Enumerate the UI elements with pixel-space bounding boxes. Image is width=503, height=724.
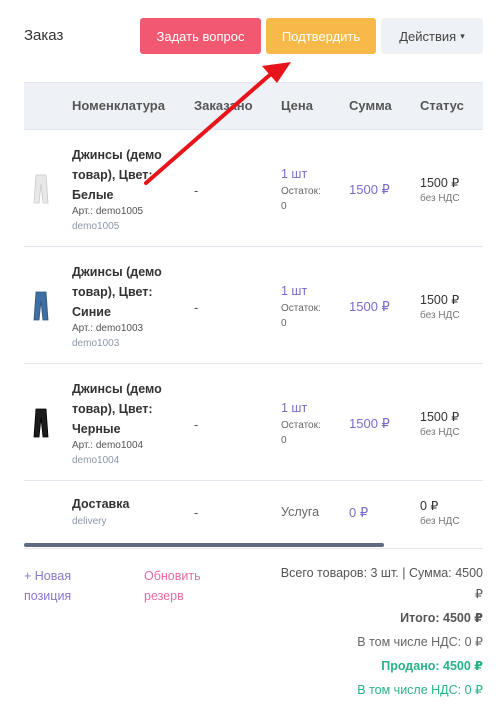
table-row[interactable]: Джинсы (демо товар), Цвет: Черные Арт.: … [24,364,483,481]
item-quantity: Услуга [281,505,320,519]
table-row[interactable]: Доставка delivery - Услуга 0 ₽ 0 ₽ без Н… [24,481,483,544]
item-vat: без НДС [420,193,460,204]
item-name[interactable]: Доставка [72,494,180,514]
item-status-amount: 1500 ₽ [420,293,460,307]
total-vat: В том числе НДС: 0 ₽ [357,635,483,649]
column-header-ordered[interactable]: Заказано [194,98,253,113]
sold-vat: В том числе НДС: 0 ₽ [357,683,483,697]
page-title: Заказ [24,27,64,44]
item-article: Арт.: demo1003 [72,323,144,334]
item-ordered: - [194,505,199,520]
chevron-down-icon: ▾ [460,30,465,41]
item-sum: 1500 ₽ [349,416,390,431]
item-quantity[interactable]: 1 шт [281,284,307,298]
item-status-amount: 0 ₽ [420,499,439,513]
refresh-reserve-link[interactable]: Обновить резерв [144,566,224,606]
actions-label: Действия [399,28,457,44]
item-sum: 1500 ₽ [349,182,390,197]
item-sum: 1500 ₽ [349,299,390,314]
item-code: demo1004 [72,455,120,466]
jeans-black-thumbnail[interactable] [32,408,50,438]
table-header: Номенклатура Заказано Цена Сумма Статус [24,82,483,130]
order-header: Заказ Задать вопрос Подтвердить Действия… [0,0,503,70]
confirm-button[interactable]: Подтвердить [266,18,376,54]
column-header-nomenclature[interactable]: Номенклатура [72,98,165,113]
jeans-blue-thumbnail[interactable] [32,291,50,321]
scroll-track [24,548,483,549]
horizontal-scrollbar[interactable] [24,543,384,547]
total-goods-currency: ₽ [475,587,483,601]
item-sum: 0 ₽ [349,505,369,520]
item-vat: без НДС [420,427,460,438]
item-status-amount: 1500 ₽ [420,176,460,190]
item-quantity[interactable]: 1 шт [281,167,307,181]
total-amount: Итого: 4500 ₽ [400,611,483,625]
sold-amount: Продано: 4500 ₽ [381,659,483,673]
item-ordered: - [194,183,199,198]
item-code: demo1003 [72,338,120,349]
jeans-white-thumbnail[interactable] [32,174,50,204]
item-stock-value: 0 [281,201,287,212]
item-stock-label: Остаток: [281,186,321,197]
item-article: Арт.: demo1004 [72,440,144,451]
item-article: Арт.: demo1005 [72,206,144,217]
item-stock-label: Остаток: [281,420,321,431]
table-row[interactable]: Джинсы (демо товар), Цвет: Синие Арт.: d… [24,247,483,364]
item-vat: без НДС [420,310,460,321]
column-header-price[interactable]: Цена [281,98,313,113]
column-header-sum[interactable]: Сумма [349,98,392,113]
item-name[interactable]: Джинсы (демо товар), Цвет: Синие [72,262,180,322]
total-goods-line: Всего товаров: 3 шт. | Сумма: 4500 [280,566,483,580]
item-name[interactable]: Джинсы (демо товар), Цвет: Черные [72,379,180,439]
order-items-table: Номенклатура Заказано Цена Сумма Статус … [24,82,483,544]
column-header-status[interactable]: Статус [420,98,464,113]
item-ordered: - [194,417,199,432]
new-position-link[interactable]: + Новая позиция [24,566,94,606]
item-quantity[interactable]: 1 шт [281,401,307,415]
item-stock-value: 0 [281,435,287,446]
actions-dropdown-button[interactable]: Действия ▾ [381,18,483,54]
item-code: demo1005 [72,221,120,232]
item-name[interactable]: Джинсы (демо товар), Цвет: Белые [72,145,180,205]
item-stock-label: Остаток: [281,303,321,314]
item-vat: без НДС [420,516,460,527]
item-status-amount: 1500 ₽ [420,410,460,424]
item-code: delivery [72,516,107,527]
item-stock-value: 0 [281,318,287,329]
item-ordered: - [194,300,199,315]
ask-question-button[interactable]: Задать вопрос [140,18,261,54]
table-row[interactable]: Джинсы (демо товар), Цвет: Белые Арт.: d… [24,130,483,247]
